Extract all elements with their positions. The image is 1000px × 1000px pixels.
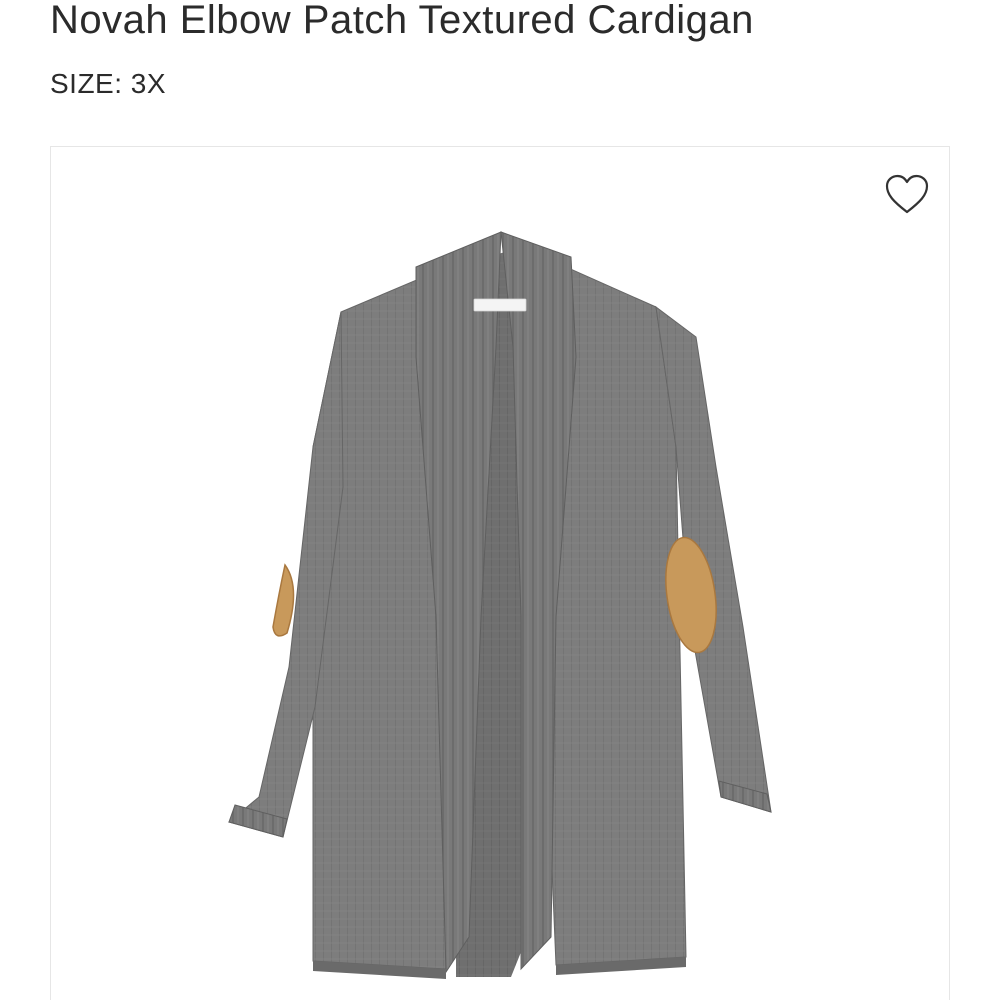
cardigan	[227, 231, 772, 979]
heart-outline-icon	[885, 174, 929, 214]
product-image	[227, 231, 772, 979]
product-header: Novah Elbow Patch Textured Cardigan SIZE…	[50, 0, 950, 100]
product-image-card[interactable]	[50, 146, 950, 1000]
product-title: Novah Elbow Patch Textured Cardigan	[50, 0, 754, 42]
size-label: SIZE: 3X	[50, 68, 167, 99]
favorite-button[interactable]	[883, 171, 931, 219]
